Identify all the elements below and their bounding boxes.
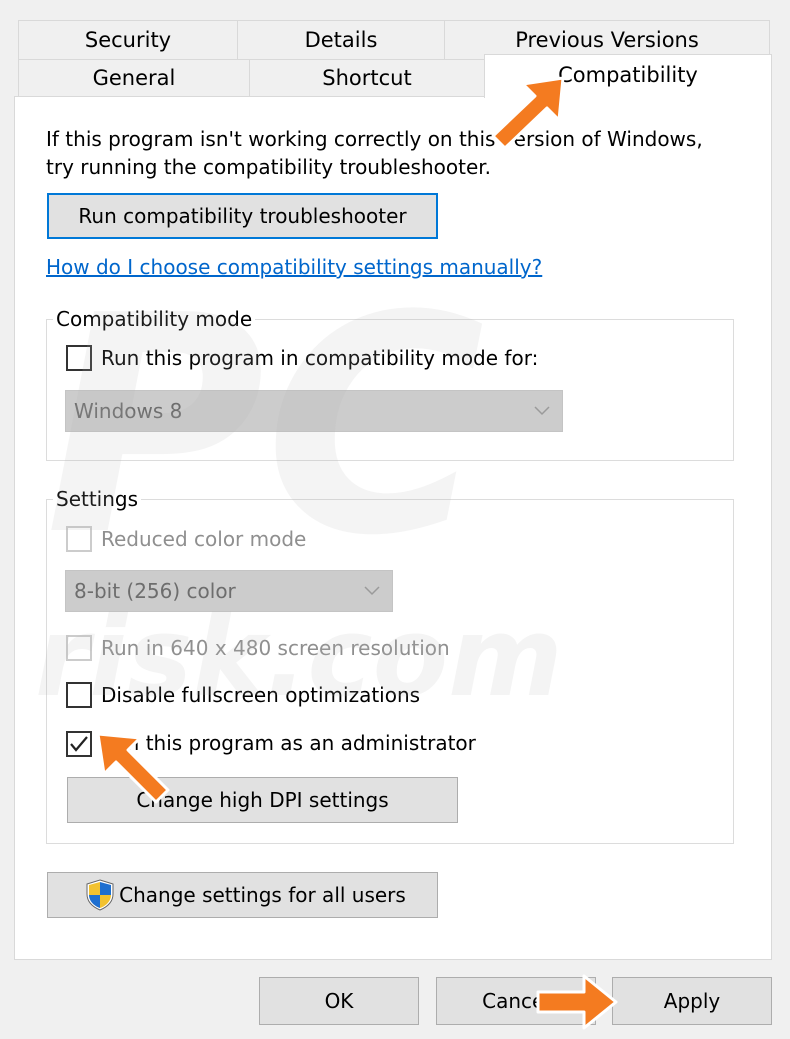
run-as-admin-label: Run this program as an administrator [101,731,476,755]
compatibility-mode-title: Compatibility mode [53,306,256,332]
os-version-value: Windows 8 [74,399,183,423]
reduced-color-label: Reduced color mode [101,527,307,551]
change-dpi-label: Change high DPI settings [136,788,389,812]
res-640-label: Run in 640 x 480 screen resolution [101,636,450,660]
tab-details-label: Details [304,28,378,52]
chevron-down-icon [534,406,550,416]
run-troubleshooter-button[interactable]: Run compatibility troubleshooter [47,193,438,239]
cancel-label: Cancel [482,989,550,1013]
intro-line-1: If this program isn't working correctly … [46,127,703,151]
change-dpi-button[interactable]: Change high DPI settings [67,777,458,823]
disable-fullscreen-label: Disable fullscreen optimizations [101,683,421,707]
tab-compatibility[interactable]: Compatibility [484,54,772,98]
change-all-users-label: Change settings for all users [119,883,406,907]
change-all-users-button[interactable]: Change settings for all users [47,872,438,918]
compatibility-panel: PC risk.com If this program isn't workin… [14,96,772,960]
compat-mode-checkbox[interactable] [66,345,92,371]
tab-general[interactable]: General [18,59,250,97]
uac-shield-icon [86,879,114,911]
tab-previous-versions-label: Previous Versions [515,28,699,52]
tab-details[interactable]: Details [237,20,445,60]
cancel-button[interactable]: Cancel [436,977,596,1025]
run-as-admin-checkbox[interactable] [66,731,92,757]
os-version-select[interactable]: Windows 8 [65,390,563,432]
help-link[interactable]: How do I choose compatibility settings m… [46,255,542,279]
apply-button[interactable]: Apply [612,977,772,1025]
tab-shortcut-label: Shortcut [322,66,412,90]
disable-fullscreen-checkbox[interactable] [66,682,92,708]
tab-security[interactable]: Security [18,20,238,60]
tab-shortcut[interactable]: Shortcut [249,59,485,97]
reduced-color-checkbox[interactable] [66,526,92,552]
color-depth-select[interactable]: 8-bit (256) color [65,570,393,612]
run-troubleshooter-label: Run compatibility troubleshooter [78,204,407,228]
ok-label: OK [324,989,354,1013]
checkmark-icon [70,736,88,752]
apply-label: Apply [663,989,721,1013]
ok-button[interactable]: OK [259,977,419,1025]
tab-compatibility-label: Compatibility [558,63,698,87]
compat-mode-label: Run this program in compatibility mode f… [101,346,539,370]
intro-line-2: try running the compatibility troublesho… [46,155,491,179]
tab-general-label: General [92,66,176,90]
chevron-down-icon [364,586,380,596]
settings-title: Settings [53,486,142,512]
color-depth-value: 8-bit (256) color [74,579,236,603]
res-640-checkbox[interactable] [66,635,92,661]
tab-security-label: Security [84,28,172,52]
